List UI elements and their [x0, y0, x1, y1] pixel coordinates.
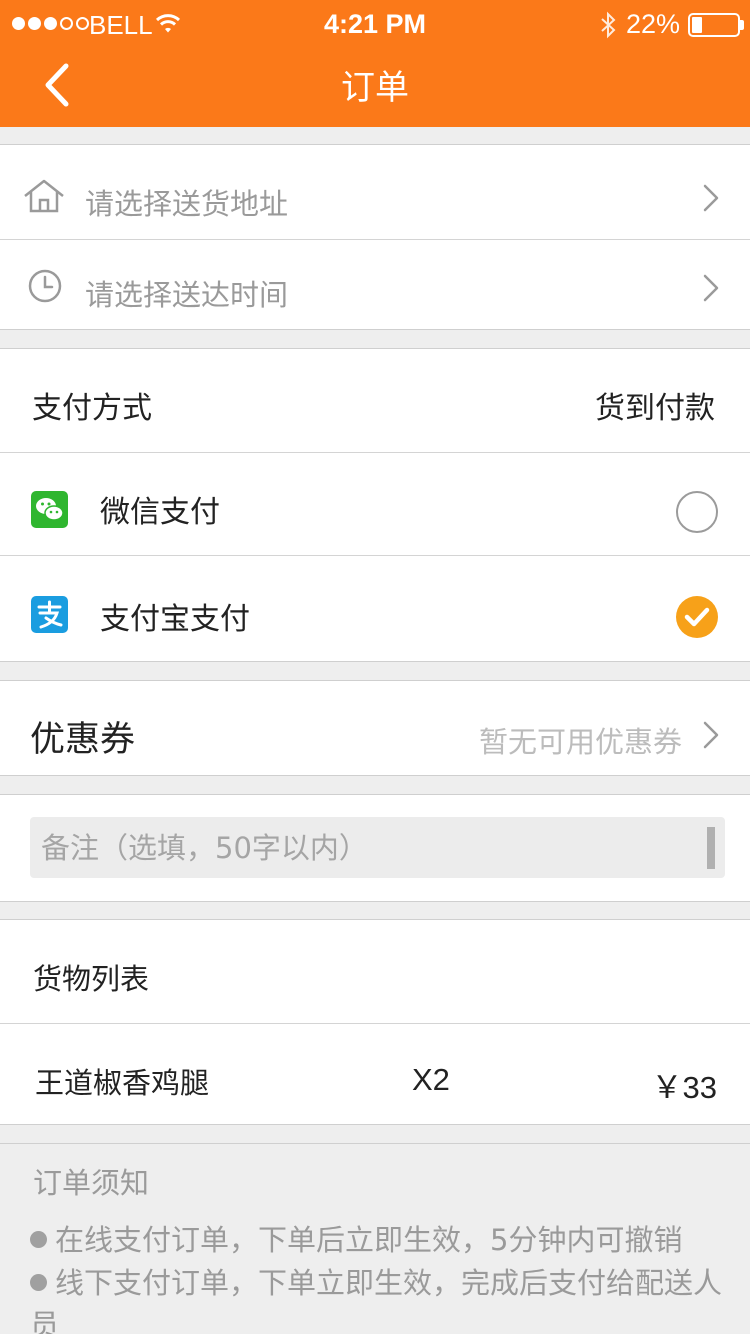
bluetooth-icon	[601, 11, 616, 39]
goods-list-title: 货物列表	[33, 962, 150, 996]
list-item: 王道椒香鸡腿 X2 ￥33	[0, 1024, 750, 1124]
goods-name: 王道椒香鸡腿	[35, 1066, 210, 1100]
order-notice-title: 订单须知	[33, 1166, 150, 1200]
page-title: 订单	[341, 68, 409, 108]
wechat-icon	[31, 491, 68, 528]
battery-tip	[740, 20, 744, 30]
payment-method-row: 支付方式 货到付款	[0, 349, 750, 452]
checkmark-icon	[684, 607, 710, 627]
clock-icon	[28, 269, 62, 303]
note-section	[0, 794, 750, 902]
goods-section: 货物列表 王道椒香鸡腿 X2 ￥33	[0, 919, 750, 1125]
chevron-right-icon	[703, 274, 719, 302]
battery-percent: 22%	[626, 9, 681, 39]
wechat-pay-label: 微信支付	[100, 495, 220, 530]
alipay-radio[interactable]	[676, 596, 718, 638]
payment-method-value: 货到付款	[595, 391, 715, 426]
divider	[0, 1143, 750, 1144]
coupon-title: 优惠券	[30, 720, 136, 760]
note-input[interactable]	[30, 817, 725, 878]
chevron-right-icon	[703, 184, 719, 212]
note-scrollbar	[707, 827, 715, 869]
home-icon	[24, 179, 64, 213]
payment-method-title: 支付方式	[32, 391, 152, 426]
address-row[interactable]: 请选择送货地址	[0, 145, 750, 239]
chevron-right-icon	[703, 721, 719, 749]
notice-item: 在线支付订单，下单后立即生效，5分钟内可撤销	[30, 1219, 730, 1261]
wechat-pay-option[interactable]: 微信支付	[0, 453, 750, 555]
status-bar: BELL 4:21 PM 22%	[0, 0, 750, 50]
alipay-label: 支付宝支付	[100, 602, 250, 637]
coupon-row[interactable]: 优惠券 暂无可用优惠券	[0, 680, 750, 776]
notice-text: 线下支付订单，下单立即生效，完成后支付给配送人员	[30, 1266, 723, 1334]
payment-section: 支付方式 货到付款 微信支付 支付宝支付	[0, 348, 750, 662]
wechat-pay-radio[interactable]	[676, 491, 718, 533]
coupon-value: 暂无可用优惠券	[478, 725, 682, 759]
notice-text: 在线支付订单，下单后立即生效，5分钟内可撤销	[55, 1223, 683, 1257]
alipay-icon	[31, 596, 68, 633]
bullet-icon	[30, 1231, 47, 1248]
address-placeholder: 请选择送货地址	[85, 187, 289, 221]
nav-bar: BELL 4:21 PM 22% 订单	[0, 0, 750, 127]
goods-price: ￥33	[651, 1070, 717, 1105]
battery-level-fill	[692, 17, 702, 33]
alipay-option[interactable]: 支付宝支付	[0, 556, 750, 662]
delivery-section: 请选择送货地址 请选择送达时间	[0, 144, 750, 330]
delivery-time-row[interactable]: 请选择送达时间	[0, 240, 750, 330]
battery-icon	[688, 13, 740, 37]
goods-header-row: 货物列表	[0, 920, 750, 1023]
delivery-time-placeholder: 请选择送达时间	[85, 278, 289, 312]
bullet-icon	[30, 1274, 47, 1291]
notice-item: 线下支付订单，下单立即生效，完成后支付给配送人员	[30, 1262, 730, 1334]
goods-quantity: X2	[412, 1062, 450, 1097]
